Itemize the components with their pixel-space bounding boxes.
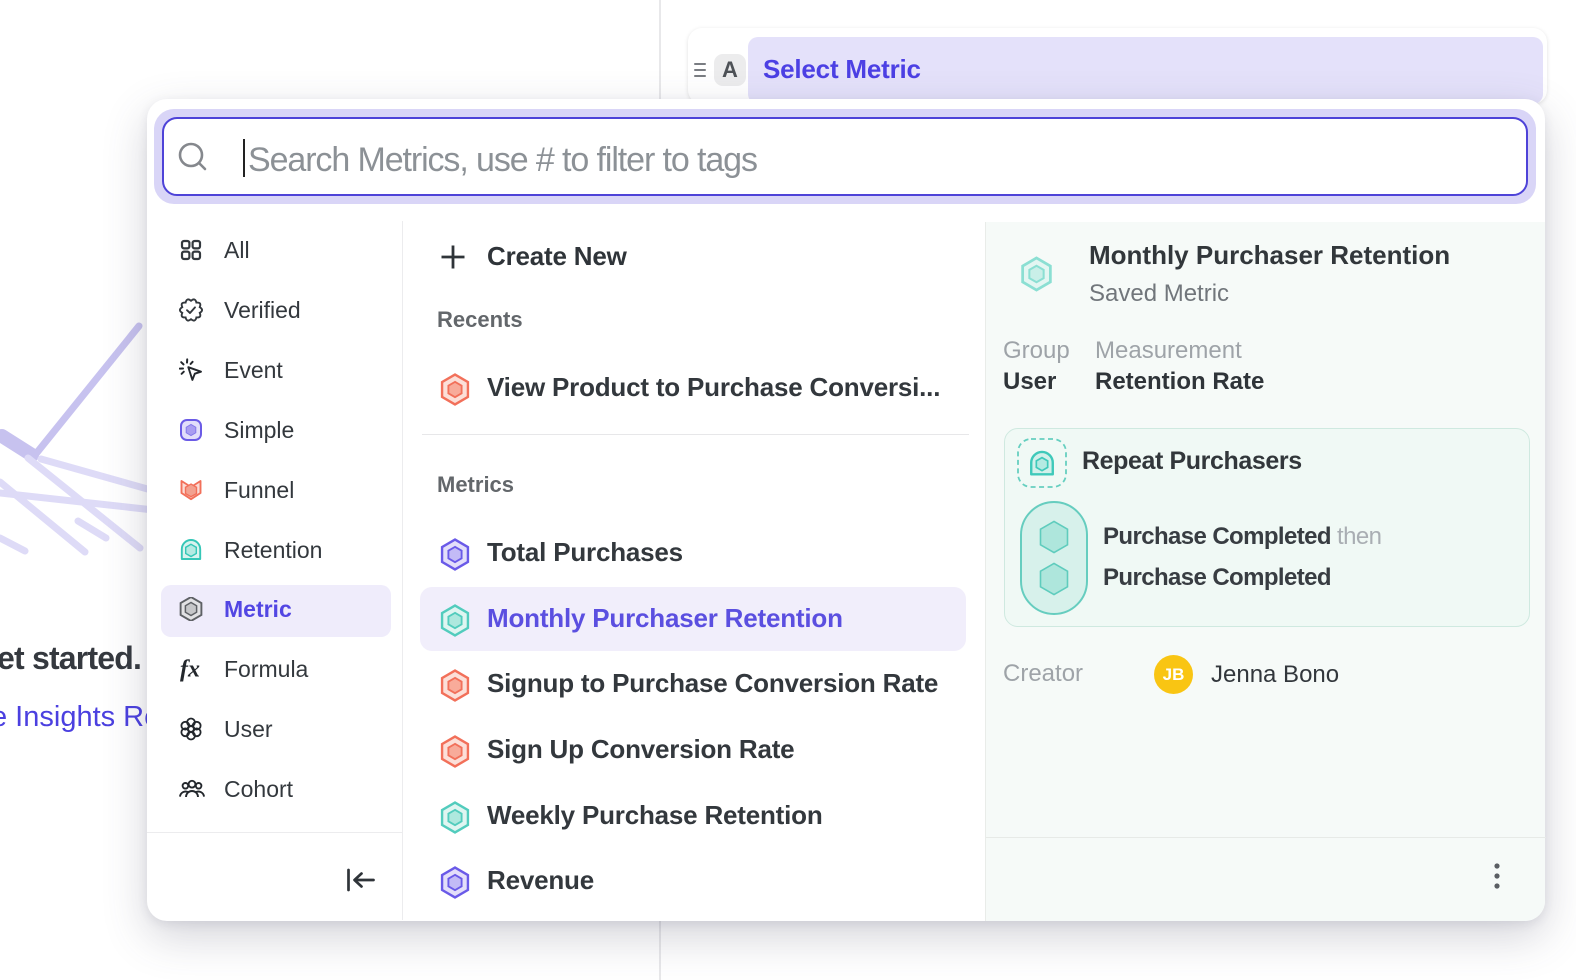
svg-text:fx: fx: [180, 657, 200, 683]
